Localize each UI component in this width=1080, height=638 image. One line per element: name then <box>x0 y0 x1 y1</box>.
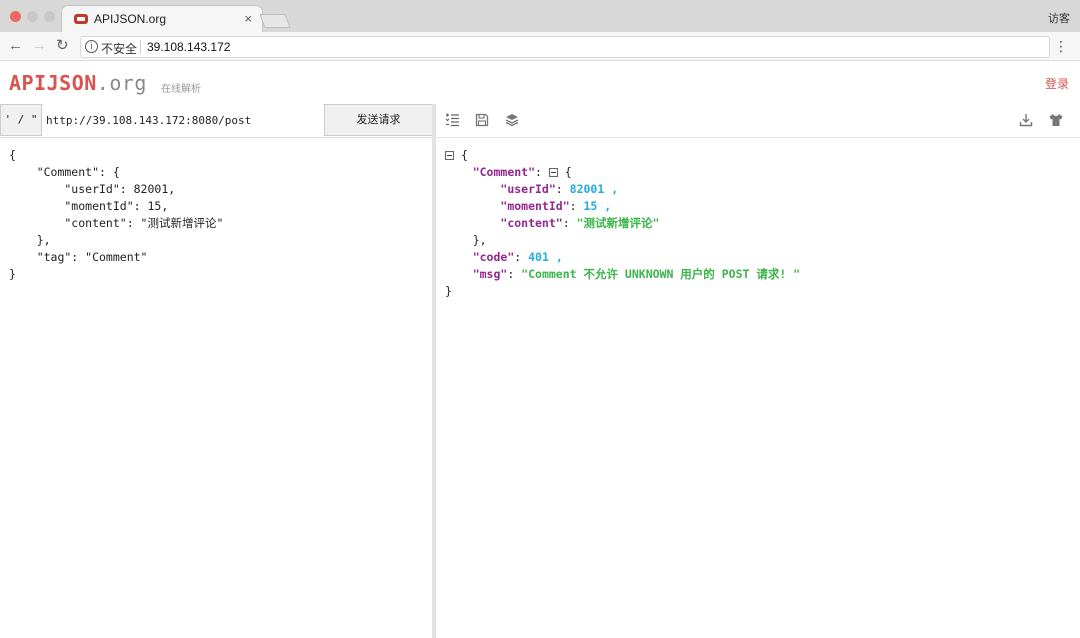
request-url-input[interactable] <box>43 104 323 136</box>
request-line: "Comment": { <box>9 165 120 179</box>
logo-suffix: .org <box>96 71 147 95</box>
browser-titlebar: APIJSON.org × 访客 <box>0 0 1080 32</box>
close-window-button[interactable] <box>10 11 21 22</box>
json-line: "msg": "Comment 不允许 UNKNOWN 用户的 POST 请求!… <box>472 267 801 281</box>
list-format-icon[interactable] <box>444 112 460 128</box>
omnibox-divider <box>140 40 141 54</box>
json-line: { <box>445 147 468 164</box>
zoom-window-button[interactable] <box>44 11 55 22</box>
response-viewer[interactable]: { "Comment": { "userId": 82001 , "moment… <box>436 138 1080 638</box>
collapse-toggle-icon[interactable] <box>445 151 454 160</box>
favicon-icon <box>74 14 88 24</box>
json-line: "userId": 82001 , <box>500 182 619 196</box>
login-link[interactable]: 登录 <box>1045 75 1069 92</box>
json-line: "code": 401 , <box>472 250 563 264</box>
browser-tab[interactable]: APIJSON.org × <box>62 6 262 32</box>
request-line: } <box>9 267 16 281</box>
logo-main: APIJSON <box>9 71 97 95</box>
json-line: } <box>445 284 452 298</box>
url-text[interactable]: 39.108.143.172 <box>147 40 230 54</box>
reload-icon[interactable]: ↻ <box>56 37 69 55</box>
json-line: "content": "测试新增评论" <box>500 216 660 230</box>
tab-title: APIJSON.org <box>94 12 167 26</box>
forward-arrow-icon[interactable]: → <box>32 37 47 55</box>
send-request-button[interactable]: 发送请求 <box>324 104 433 136</box>
request-body-editor[interactable]: { "Comment": { "userId": 82001, "momentI… <box>0 138 432 638</box>
download-icon[interactable] <box>1018 112 1034 128</box>
back-arrow-icon[interactable]: ← <box>8 37 23 55</box>
request-line: "tag": "Comment" <box>9 250 148 264</box>
tab-close-icon[interactable]: × <box>244 11 252 26</box>
request-line: "momentId": 15, <box>9 199 169 213</box>
insecure-label[interactable]: 不安全 <box>101 40 137 57</box>
more-menu-icon[interactable]: ⋮ <box>1054 37 1068 55</box>
collapse-toggle-icon[interactable] <box>548 168 558 177</box>
guest-profile-label[interactable]: 访客 <box>1048 10 1070 26</box>
app-header: APIJSON.org 在线解析 登录 <box>0 61 1080 105</box>
json-line: "Comment": { <box>472 165 572 179</box>
save-icon[interactable] <box>474 112 490 128</box>
page-subtitle: 在线解析 <box>161 84 201 95</box>
new-tab-button[interactable] <box>259 14 291 28</box>
browser-toolbar: ← → ↻ i 不安全 39.108.143.172 ⋮ <box>0 32 1080 61</box>
response-toolbar <box>436 104 1080 138</box>
quote-toggle-button[interactable]: ' / " <box>0 104 42 136</box>
json-line: }, <box>472 233 487 247</box>
logo[interactable]: APIJSON.org <box>9 71 147 95</box>
shirt-icon[interactable] <box>1048 112 1064 128</box>
json-line: "momentId": 15 , <box>500 199 612 213</box>
request-line: "userId": 82001, <box>9 182 176 196</box>
request-bar: ' / " 发送请求 <box>0 104 433 138</box>
request-line: { <box>9 148 16 162</box>
layers-icon[interactable] <box>504 112 520 128</box>
request-line: "content": "测试新增评论" <box>9 216 224 230</box>
request-line: }, <box>9 233 51 247</box>
minimize-window-button[interactable] <box>27 11 38 22</box>
info-icon[interactable]: i <box>85 40 98 53</box>
address-bar[interactable]: i 不安全 39.108.143.172 <box>80 36 1050 58</box>
